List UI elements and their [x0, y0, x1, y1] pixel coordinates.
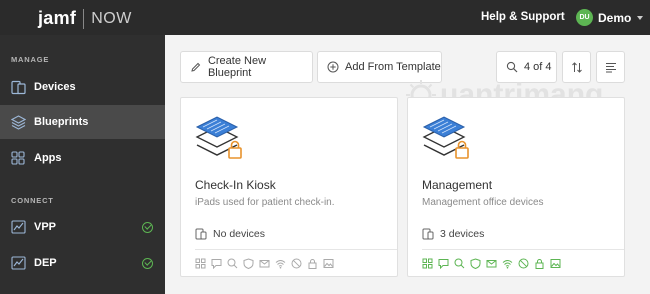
logo-brand: jamf: [38, 8, 77, 28]
connected-check-icon: [142, 257, 153, 269]
sidebar-item-label: Apps: [34, 152, 62, 164]
card-divider: [422, 249, 624, 250]
sidebar-item-label: Devices: [34, 81, 76, 93]
chevron-down-icon: [637, 15, 644, 20]
blueprints-icon: [10, 114, 26, 130]
sidebar: MANAGE Devices Blueprints Apps CONNECT V…: [0, 35, 165, 294]
blueprint-card[interactable]: Check-In Kiosk iPads used for patient ch…: [180, 97, 398, 277]
connected-check-icon: [142, 221, 153, 233]
logo-product: NOW: [91, 9, 132, 27]
mail-icon: [486, 258, 497, 269]
sidebar-item-devices[interactable]: Devices: [0, 70, 165, 104]
top-bar: jamf NOW Help & Support DU Demo: [0, 0, 650, 35]
sidebar-item-blueprints[interactable]: Blueprints: [0, 105, 165, 139]
section-label-connect: CONNECT: [11, 196, 54, 205]
card-device-count: No devices: [195, 228, 265, 240]
card-divider: [195, 249, 397, 250]
apps-icon: [422, 258, 433, 269]
lock-icon: [534, 258, 545, 269]
vpp-icon: [10, 219, 26, 235]
add-from-template-label: Add From Template: [345, 61, 441, 73]
lock-icon: [307, 258, 318, 269]
dep-icon: [10, 255, 26, 271]
devices-icon: [195, 228, 207, 240]
card-description: iPads used for patient check-in.: [195, 197, 335, 208]
device-count-label: No devices: [213, 228, 265, 240]
card-device-count: 3 devices: [422, 228, 484, 240]
wifi-icon: [502, 258, 513, 269]
apps-icon: [10, 150, 26, 166]
wallpaper-icon: [323, 258, 334, 269]
jamf-now-logo[interactable]: jamf NOW: [38, 8, 132, 29]
card-title: Management: [422, 178, 493, 192]
search-icon: [506, 61, 518, 73]
list-icon: [605, 62, 617, 73]
device-count-label: 3 devices: [440, 228, 485, 240]
user-menu[interactable]: DU Demo: [576, 9, 644, 26]
devices-icon: [422, 228, 434, 240]
blueprint-card[interactable]: Management Management office devices 3 d…: [407, 97, 625, 277]
restrictions-icon: [454, 258, 465, 269]
plus-circle-icon: [327, 61, 339, 73]
create-blueprint-label: Create New Blueprint: [207, 55, 267, 79]
sidebar-item-vpp[interactable]: VPP: [0, 210, 165, 244]
blocked-icon: [518, 258, 529, 269]
section-label-manage: MANAGE: [11, 55, 50, 64]
card-settings-icons: [422, 258, 561, 269]
chat-icon: [438, 258, 449, 269]
blocked-icon: [291, 258, 302, 269]
blueprint-locked-icon: [422, 115, 474, 168]
sidebar-item-label: Blueprints: [34, 116, 89, 128]
search-count: 4 of 4: [524, 61, 552, 73]
blueprint-locked-icon: [195, 115, 247, 168]
card-settings-icons: [195, 258, 334, 269]
sidebar-item-label: VPP: [34, 221, 57, 233]
mail-icon: [259, 258, 270, 269]
card-description: Management office devices: [422, 197, 544, 208]
shield-icon: [243, 258, 254, 269]
pencil-icon: [190, 61, 202, 73]
shield-icon: [470, 258, 481, 269]
wallpaper-icon: [550, 258, 561, 269]
apps-icon: [195, 258, 206, 269]
sidebar-item-dep[interactable]: DEP: [0, 246, 165, 280]
avatar: DU: [576, 9, 593, 26]
sidebar-item-label: DEP: [34, 257, 57, 269]
restrictions-icon: [227, 258, 238, 269]
wifi-icon: [275, 258, 286, 269]
help-support-link[interactable]: Help & Support: [481, 11, 565, 23]
sort-icon: [571, 61, 583, 74]
card-title: Check-In Kiosk: [195, 178, 276, 192]
chat-icon: [211, 258, 222, 269]
create-blueprint-button[interactable]: Create New Blueprint: [180, 51, 313, 83]
logo-divider: [83, 8, 85, 29]
user-name: Demo: [598, 10, 632, 25]
sidebar-item-apps[interactable]: Apps: [0, 141, 165, 175]
devices-icon: [10, 79, 26, 95]
